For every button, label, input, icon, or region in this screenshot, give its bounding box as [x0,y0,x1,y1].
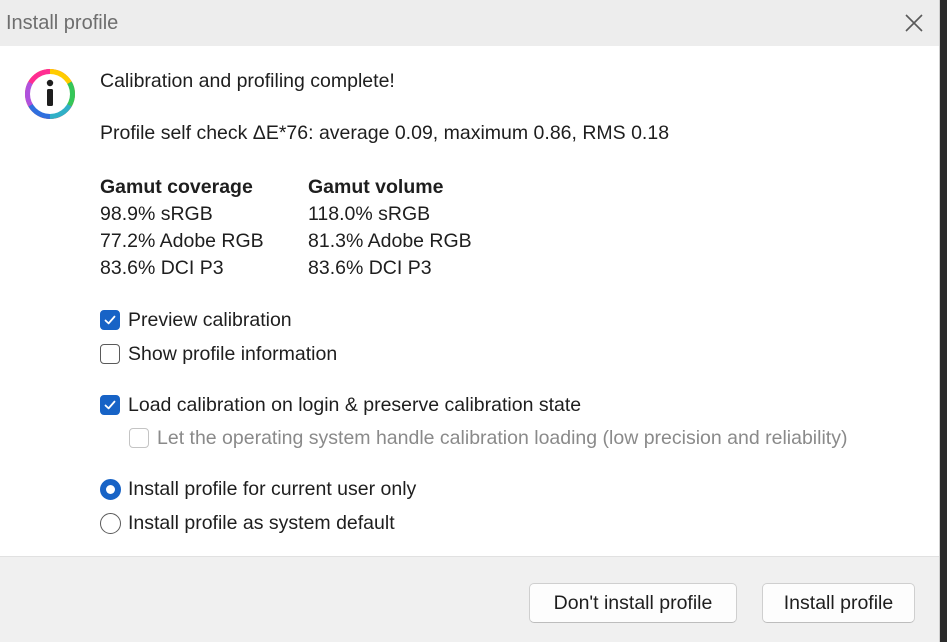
load-calibration-label[interactable]: Load calibration on login & preserve cal… [128,394,581,417]
checkmark-icon [104,315,116,325]
os-handle-loading-checkbox [129,428,149,448]
load-calibration-checkbox[interactable] [100,395,120,415]
install-current-user-radio[interactable] [100,479,121,500]
preview-calibration-checkbox[interactable] [100,310,120,330]
show-profile-info-label[interactable]: Show profile information [128,343,337,366]
os-handle-loading-label: Let the operating system handle calibrat… [157,427,848,449]
install-profile-dialog: Install profile Calibration and profilin… [0,0,940,642]
self-check-text: Profile self check ΔE*76: average 0.09, … [100,122,670,144]
window-title: Install profile [6,12,119,34]
close-button[interactable] [894,4,934,42]
show-profile-info-checkbox[interactable] [100,344,120,364]
preview-calibration-label[interactable]: Preview calibration [128,309,292,332]
coverage-dci-p3: 83.6% DCI P3 [100,257,224,279]
info-icon [25,69,75,119]
volume-srgb: 118.0% sRGB [308,203,431,225]
gamut-coverage-header: Gamut coverage [100,176,253,198]
checkmark-icon [104,400,116,410]
dialog-footer: Don't install profile Install profile [0,556,939,642]
gamut-volume-header: Gamut volume [308,176,444,198]
install-system-default-radio[interactable] [100,513,121,534]
completion-heading: Calibration and profiling complete! [100,70,395,92]
volume-dci-p3: 83.6% DCI P3 [308,257,432,279]
install-system-default-label[interactable]: Install profile as system default [128,512,395,535]
title-bar: Install profile [0,0,939,47]
coverage-adobe-rgb: 77.2% Adobe RGB [100,230,264,252]
install-profile-button[interactable]: Install profile [762,583,915,623]
close-icon [905,14,923,32]
dialog-content: Calibration and profiling complete! Prof… [0,46,939,556]
install-current-user-label[interactable]: Install profile for current user only [128,478,416,501]
coverage-srgb: 98.9% sRGB [100,203,213,225]
dont-install-profile-button[interactable]: Don't install profile [529,583,737,623]
volume-adobe-rgb: 81.3% Adobe RGB [308,230,472,252]
